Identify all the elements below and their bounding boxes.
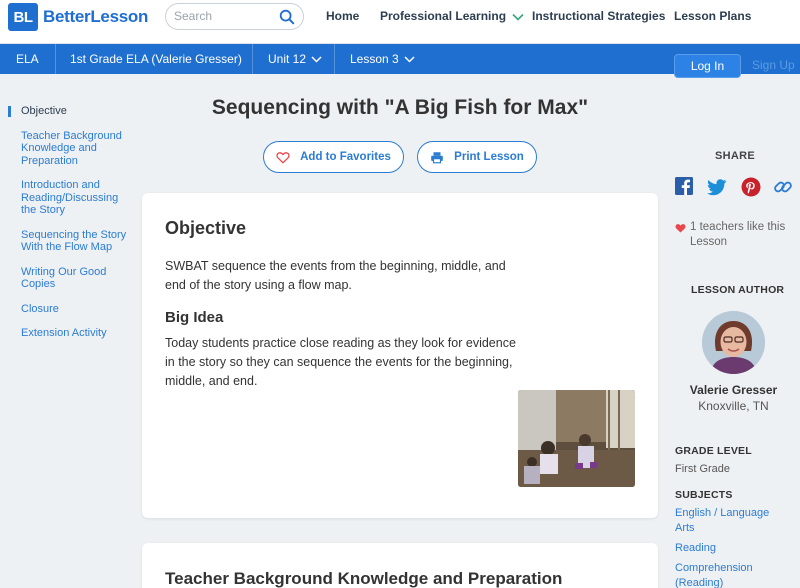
twitter-icon[interactable] — [706, 176, 728, 198]
grade-level-value: First Grade — [675, 463, 731, 475]
subject-link-ela[interactable]: English / Language Arts — [675, 506, 780, 536]
breadcrumb-unit[interactable]: Unit 12 — [268, 52, 322, 66]
likes-text: 1 teachers like this Lesson — [690, 221, 786, 248]
top-navbar: BL BetterLesson Home Professional Learni… — [0, 0, 800, 44]
nav-instructional-strategies-label: Instructional Strategies — [532, 9, 666, 23]
toc-item-closure[interactable]: Closure — [8, 303, 128, 316]
subject-link-comprehension[interactable]: Comprehension (Reading) — [675, 561, 775, 588]
chevron-down-icon — [311, 56, 322, 63]
share-label: SHARE — [715, 150, 756, 162]
big-idea-heading: Big Idea — [165, 309, 224, 326]
breadcrumb-course[interactable]: 1st Grade ELA (Valerie Gresser) — [70, 52, 242, 66]
objective-text: SWBAT sequence the events from the begin… — [165, 259, 506, 292]
lesson-author-label: LESSON AUTHOR — [691, 284, 785, 296]
nav-home-label: Home — [326, 9, 360, 23]
nav-instructional-strategies[interactable]: Instructional Strategies — [532, 9, 665, 23]
avatar[interactable] — [702, 311, 765, 374]
breadcrumb-divider — [334, 44, 335, 74]
login-button[interactable]: Log In — [674, 54, 741, 78]
add-to-favorites-label: Add to Favorites — [300, 151, 391, 163]
betterlesson-logo[interactable]: BL BetterLesson — [8, 3, 148, 31]
signup-link[interactable]: Sign Up — [752, 58, 795, 72]
heart-icon — [675, 224, 686, 233]
nav-professional-learning[interactable]: Professional Learning — [380, 9, 524, 23]
print-lesson-label: Print Lesson — [454, 151, 524, 163]
printer-icon — [431, 151, 444, 163]
link-icon[interactable] — [772, 176, 794, 198]
grade-level-label: GRADE LEVEL — [675, 445, 752, 457]
logo-badge: BL — [8, 3, 38, 31]
nav-home[interactable]: Home — [326, 9, 359, 23]
toc-item-extension[interactable]: Extension Activity — [8, 327, 128, 340]
print-lesson-button[interactable]: Print Lesson — [417, 141, 537, 173]
toc-item-objective[interactable]: Objective — [8, 105, 128, 118]
add-to-favorites-button[interactable]: Add to Favorites — [263, 141, 404, 173]
breadcrumb-divider — [55, 44, 56, 74]
search-icon[interactable] — [278, 8, 296, 26]
nav-lesson-plans[interactable]: Lesson Plans — [674, 9, 751, 23]
breadcrumb-unit-label: Unit 12 — [268, 52, 307, 66]
subjects-label: SUBJECTS — [675, 489, 733, 501]
lesson-photo[interactable] — [518, 390, 635, 487]
lesson-table-of-contents: Objective Teacher Background Knowledge a… — [8, 105, 128, 352]
likes-count: 1 teachers like this Lesson — [675, 220, 795, 250]
breadcrumb-lesson[interactable]: Lesson 3 — [350, 52, 415, 66]
nav-professional-learning-label: Professional Learning — [380, 9, 507, 23]
objective-heading: Objective — [165, 218, 247, 238]
chevron-down-icon — [512, 13, 524, 21]
teacher-background-card: Teacher Background Knowledge and Prepara… — [142, 543, 658, 588]
teacher-background-heading: Teacher Background Knowledge and Prepara… — [165, 569, 563, 588]
breadcrumb-subject[interactable]: ELA — [16, 52, 39, 66]
objective-card: Objective SWBAT sequence the events from… — [142, 193, 658, 518]
nav-lesson-plans-label: Lesson Plans — [674, 9, 752, 23]
heart-outline-icon — [276, 151, 290, 163]
toc-item-sequencing[interactable]: Sequencing the Story With the Flow Map — [8, 229, 128, 254]
breadcrumb-lesson-label: Lesson 3 — [350, 52, 399, 66]
big-idea-text: Today students practice close reading as… — [165, 336, 516, 388]
chevron-down-icon — [404, 56, 415, 63]
pinterest-icon[interactable] — [740, 176, 762, 198]
toc-item-introduction[interactable]: Introduction and Reading/Discussing the … — [8, 179, 128, 217]
author-location: Knoxville, TN — [698, 399, 769, 413]
facebook-icon[interactable] — [674, 176, 696, 198]
logo-text: BetterLesson — [43, 7, 149, 26]
subject-link-reading[interactable]: Reading — [675, 541, 716, 556]
author-name[interactable]: Valerie Gresser — [675, 383, 792, 397]
toc-item-background[interactable]: Teacher Background Knowledge and Prepara… — [8, 130, 128, 168]
search-input[interactable] — [174, 9, 274, 23]
page-title: Sequencing with "A Big Fish for Max" — [211, 96, 589, 119]
toc-item-writing[interactable]: Writing Our Good Copies — [8, 266, 128, 291]
search-box — [165, 3, 304, 30]
breadcrumb-divider — [252, 44, 253, 74]
